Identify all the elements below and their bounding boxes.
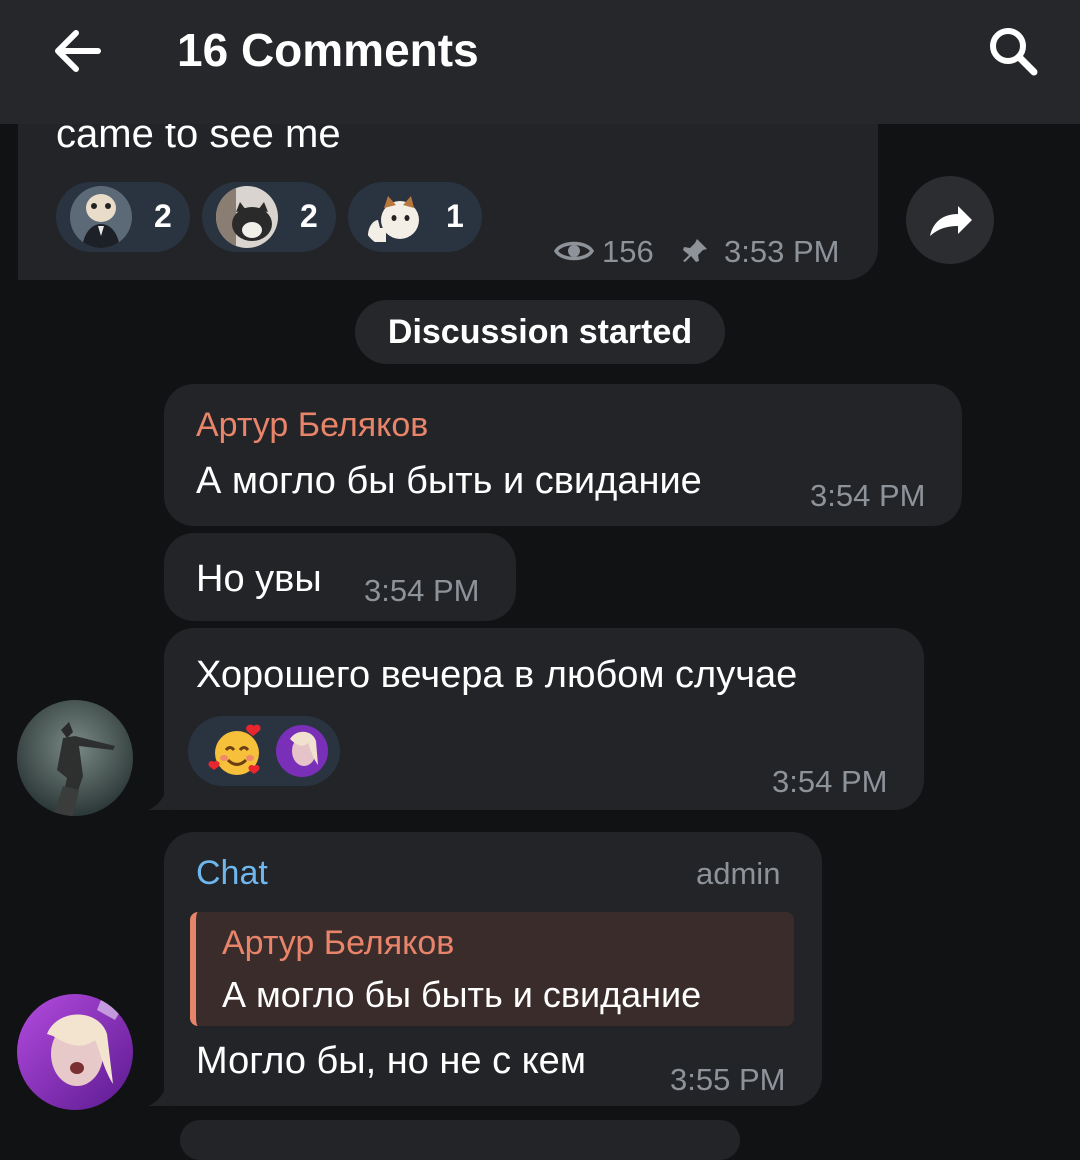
pin-icon (680, 236, 710, 266)
reply-text: А могло бы быть и свидание (222, 974, 702, 1015)
reaction-button[interactable]: 2 (56, 182, 190, 252)
reply-quote[interactable]: Артур Беляков А могло бы быть и свидание (190, 912, 794, 1026)
reaction-button[interactable]: 2 (202, 182, 336, 252)
dog-suit-sticker-icon (70, 186, 132, 248)
share-button[interactable] (906, 176, 994, 264)
reaction-count: 2 (300, 198, 318, 234)
reaction-count: 1 (446, 198, 464, 234)
reply-author: Артур Беляков (222, 924, 455, 962)
page-title: 16 Comments (177, 24, 479, 76)
message-author[interactable]: Артур Беляков (196, 406, 428, 445)
message-text: Могло бы, но не с кем (196, 1040, 586, 1082)
message-text: А могло бы быть и свидание (196, 460, 702, 502)
message-author[interactable]: Chat (196, 854, 268, 893)
message-time: 3:54 PM (810, 478, 926, 513)
user-avatar-reaction-icon (276, 725, 328, 777)
post-time: 3:53 PM (724, 234, 840, 269)
share-arrow-icon (930, 206, 972, 236)
views-count: 156 (602, 234, 654, 269)
smiling-face-with-hearts-icon (208, 722, 266, 780)
message-bubble[interactable] (180, 1120, 740, 1160)
search-icon[interactable] (984, 22, 1042, 80)
admin-badge: admin (696, 856, 781, 891)
avatar[interactable] (17, 700, 133, 816)
views-eye-icon (553, 236, 595, 266)
cat-sticker-icon (216, 186, 278, 248)
message-time: 3:54 PM (364, 573, 480, 608)
top-bar: 16 Comments (0, 0, 1080, 124)
thumbs-up-cat-sticker-icon (362, 186, 424, 248)
bubble-tail (148, 786, 168, 810)
message-time: 3:55 PM (670, 1062, 786, 1097)
back-arrow-icon[interactable] (48, 22, 106, 80)
message-text: Но увы (196, 558, 322, 600)
service-message: Discussion started (355, 300, 725, 364)
message-time: 3:54 PM (772, 764, 888, 799)
reaction-button[interactable]: 1 (348, 182, 482, 252)
bubble-tail (148, 1082, 168, 1106)
reactions-button[interactable] (188, 716, 340, 786)
message-text: Хорошего вечера в любом случае (196, 654, 798, 696)
reaction-count: 2 (154, 198, 172, 234)
avatar[interactable] (17, 994, 133, 1110)
